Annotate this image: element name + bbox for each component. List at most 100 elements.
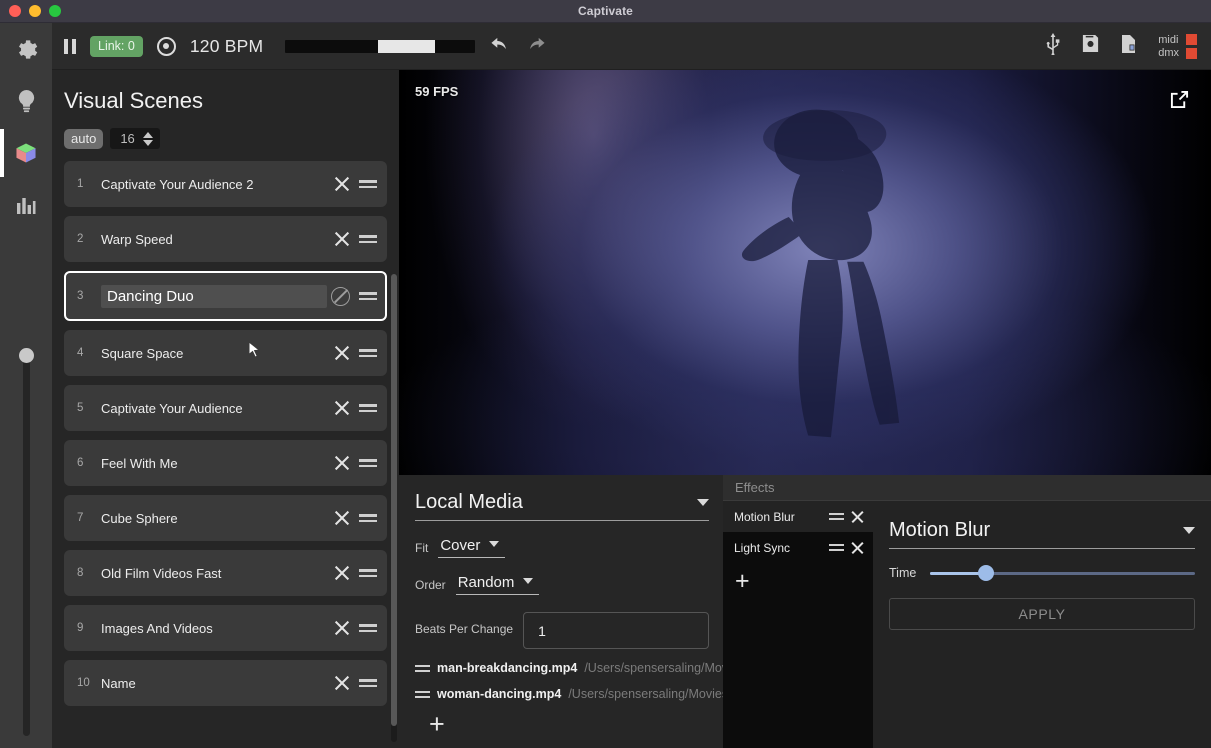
beats-per-change-input[interactable]: 1 (523, 612, 709, 649)
time-slider-label: Time (889, 566, 917, 580)
media-file-row[interactable]: man-breakdancing.mp4/Users/spensersaling… (415, 661, 723, 675)
disable-scene-icon[interactable] (331, 286, 350, 306)
effects-header: Effects (723, 475, 1211, 501)
drag-handle-icon[interactable] (359, 349, 377, 357)
brightness-slider[interactable] (19, 348, 34, 736)
drag-handle-icon[interactable] (359, 459, 377, 467)
midi-dmx-status[interactable]: midi dmx (1158, 33, 1197, 59)
remove-scene-button[interactable] (331, 452, 353, 474)
scene-name[interactable]: Dancing Duo (101, 284, 327, 308)
remove-scene-button[interactable] (331, 672, 353, 694)
fit-select[interactable]: Cover (438, 537, 506, 558)
redo-button[interactable] (525, 37, 547, 55)
drag-handle-icon[interactable] (415, 664, 430, 672)
add-media-button[interactable]: + (429, 711, 451, 738)
media-file-row[interactable]: woman-dancing.mp4/Users/spensersaling/Mo… (415, 687, 723, 701)
sidebar-item-audio[interactable] (0, 179, 52, 231)
scene-row[interactable]: 1 Captivate Your Audience 2 (64, 161, 387, 207)
scene-row[interactable]: 10 Name (64, 660, 387, 706)
drag-handle-icon[interactable] (359, 180, 377, 188)
scene-list-scrollbar[interactable] (391, 274, 397, 742)
local-media-header[interactable]: Local Media (415, 491, 709, 521)
chevron-down-icon[interactable] (1183, 527, 1195, 534)
remove-scene-button[interactable] (331, 617, 353, 639)
scene-number: 4 (77, 347, 84, 359)
floppy-save-icon (1083, 34, 1099, 53)
scene-row[interactable]: 6 Feel With Me (64, 440, 387, 486)
remove-scene-button[interactable] (331, 173, 353, 195)
remove-scene-button[interactable] (331, 397, 353, 419)
drag-handle-icon[interactable] (359, 569, 377, 577)
time-slider-row: Time (889, 565, 1195, 581)
sidebar-item-lights[interactable] (0, 75, 52, 127)
scene-name[interactable]: Warp Speed (101, 232, 331, 247)
stepper-up-icon[interactable] (142, 131, 153, 138)
scene-row[interactable]: 4 Square Space (64, 330, 387, 376)
remove-effect-button[interactable] (850, 540, 865, 555)
drag-handle-icon[interactable] (829, 544, 844, 551)
drag-handle-icon[interactable] (415, 690, 430, 698)
video-preview[interactable]: 59 FPS (399, 70, 1211, 475)
popout-preview-button[interactable] (1170, 90, 1189, 109)
effect-list-item[interactable]: Light Sync (723, 532, 873, 563)
order-select[interactable]: Random (455, 574, 540, 595)
scene-name[interactable]: Captivate Your Audience 2 (101, 177, 331, 192)
stepper-arrows[interactable] (142, 131, 153, 146)
sidebar-item-visuals[interactable] (0, 127, 52, 179)
scene-name[interactable]: Name (101, 676, 331, 691)
scene-name[interactable]: Old Film Videos Fast (101, 566, 331, 581)
undo-icon (491, 37, 507, 50)
scene-row[interactable]: 7 Cube Sphere (64, 495, 387, 541)
remove-effect-button[interactable] (850, 509, 865, 524)
effects-list: Motion Blur Light Sync + (723, 501, 873, 748)
scene-count-stepper[interactable]: 16 (110, 128, 160, 149)
effect-detail-header[interactable]: Motion Blur (889, 519, 1195, 549)
scene-name[interactable]: Cube Sphere (101, 511, 331, 526)
auto-toggle[interactable]: auto (64, 128, 104, 149)
bpm-readout[interactable]: 120 BPM (190, 36, 263, 57)
scene-row[interactable]: 2 Warp Speed (64, 216, 387, 262)
apply-button-label: APPLY (1018, 606, 1066, 622)
apply-button[interactable]: APPLY (889, 598, 1195, 630)
chevron-down-icon[interactable] (697, 499, 709, 506)
remove-scene-button[interactable] (331, 562, 353, 584)
remove-scene-button[interactable] (331, 507, 353, 529)
brightness-slider-thumb[interactable] (19, 348, 34, 363)
scene-row[interactable]: 9 Images And Videos (64, 605, 387, 651)
drag-handle-icon[interactable] (359, 514, 377, 522)
scene-row[interactable]: 3 Dancing Duo (64, 271, 387, 321)
pause-button[interactable] (64, 38, 76, 54)
scene-name[interactable]: Captivate Your Audience (101, 401, 331, 416)
time-slider[interactable] (930, 565, 1195, 581)
remove-scene-button[interactable] (331, 228, 353, 250)
add-effect-button[interactable]: + (735, 569, 755, 594)
save-button[interactable] (1081, 34, 1100, 58)
scene-name[interactable]: Feel With Me (101, 456, 331, 471)
drag-handle-icon[interactable] (359, 624, 377, 632)
order-value: Random (457, 574, 515, 591)
local-media-panel: Local Media Fit Cover Order Random Beats… (399, 475, 723, 748)
drag-handle-icon[interactable] (359, 292, 377, 300)
scene-name[interactable]: Square Space (101, 346, 331, 361)
sidebar-item-settings[interactable] (0, 23, 52, 75)
bpm-slider[interactable] (285, 39, 476, 53)
scene-row[interactable]: 8 Old Film Videos Fast (64, 550, 387, 596)
scene-name[interactable]: Images And Videos (101, 621, 331, 636)
drag-handle-icon[interactable] (359, 679, 377, 687)
scene-row[interactable]: 5 Captivate Your Audience (64, 385, 387, 431)
drag-handle-icon[interactable] (359, 404, 377, 412)
media-file-name: man-breakdancing.mp4 (437, 661, 578, 675)
stepper-down-icon[interactable] (142, 139, 153, 146)
time-slider-thumb[interactable] (977, 565, 994, 581)
ableton-link-badge[interactable]: Link: 0 (90, 35, 143, 57)
drag-handle-icon[interactable] (829, 513, 844, 520)
remove-scene-button[interactable] (331, 342, 353, 364)
usb-button[interactable] (1045, 32, 1061, 60)
effect-list-item[interactable]: Motion Blur (723, 501, 873, 532)
left-nav-rail (0, 23, 52, 748)
undo-button[interactable] (489, 37, 511, 55)
scene-list-scrollbar-thumb[interactable] (391, 274, 397, 726)
file-button[interactable] (1120, 34, 1138, 59)
drag-handle-icon[interactable] (359, 235, 377, 243)
metronome-button[interactable] (156, 36, 176, 56)
